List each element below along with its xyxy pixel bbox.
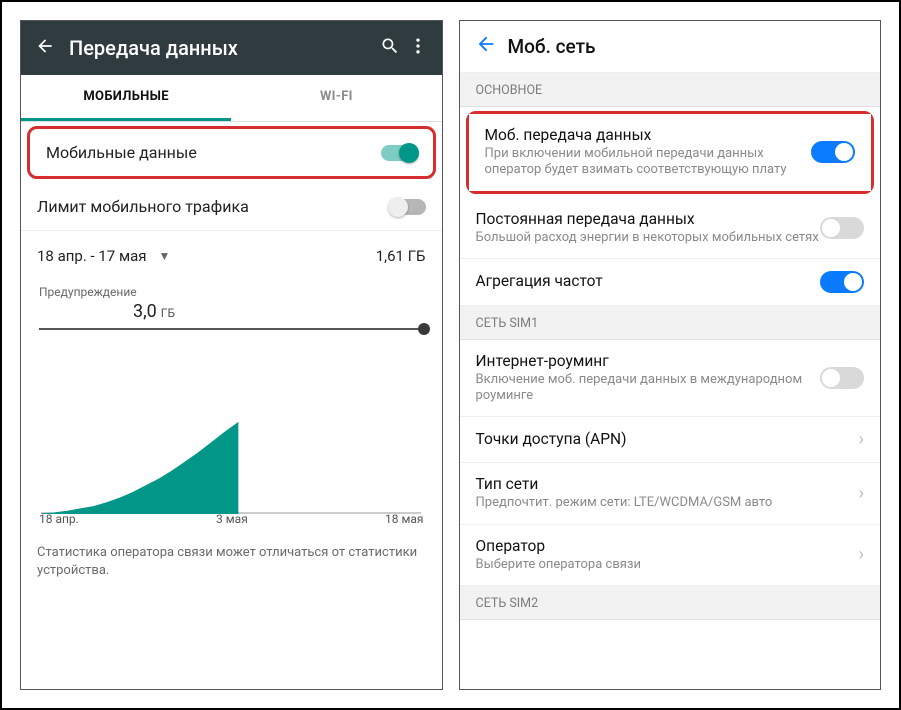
always-on-title: Постоянная передача данных	[476, 210, 821, 228]
chevron-right-icon: ›	[859, 483, 864, 504]
back-arrow-icon[interactable]	[472, 33, 500, 61]
page-title: Передача данных	[59, 36, 376, 60]
usage-chart: Предупреждение 3,0 ГБ 18 апр. 3 мая 18 м…	[21, 275, 442, 532]
net-type-sub: Предпочтит. режим сети: LTE/WCDMA/GSM ав…	[476, 495, 859, 511]
row-operator[interactable]: Оператор Выберите оператора связи ›	[460, 525, 881, 586]
highlight-mobile-data: Моб. передача данных При включении мобил…	[466, 111, 875, 194]
limit-toggle[interactable]	[390, 199, 426, 215]
warning-unit: ГБ	[161, 306, 175, 320]
section-sim1: СЕТЬ SIM1	[460, 306, 881, 340]
row-aggregation[interactable]: Агрегация частот	[460, 259, 881, 306]
aggregation-toggle[interactable]	[820, 271, 864, 293]
row-limit[interactable]: Лимит мобильного трафика	[21, 183, 442, 231]
row-always-on[interactable]: Постоянная передача данных Большой расхо…	[460, 198, 881, 259]
section-main: ОСНОВНОЕ	[460, 73, 881, 107]
more-icon[interactable]	[404, 36, 432, 61]
tabs: МОБИЛЬНЫЕ WI-FI	[21, 75, 442, 122]
warning-label: Предупреждение	[39, 285, 137, 299]
axis-mid: 3 мая	[216, 512, 248, 526]
mob-data-sub: При включении мобильной передачи данных …	[485, 146, 812, 179]
page-title: Моб. сеть	[500, 35, 596, 58]
apn-title: Точки доступа (APN)	[476, 430, 859, 448]
mob-data-title: Моб. передача данных	[485, 126, 812, 144]
cycle-usage: 1,61 ГБ	[376, 247, 426, 265]
axis-start: 18 апр.	[39, 512, 79, 526]
appbar-light: Моб. сеть	[460, 21, 881, 73]
roaming-toggle[interactable]	[820, 367, 864, 389]
row-net-type[interactable]: Тип сети Предпочтит. режим сети: LTE/WCD…	[460, 463, 881, 524]
section-sim2: СЕТЬ SIM2	[460, 586, 881, 620]
mob-data-toggle[interactable]	[811, 141, 855, 163]
row-apn[interactable]: Точки доступа (APN) ›	[460, 417, 881, 463]
highlight-mobile-data: Мобильные данные	[27, 126, 436, 179]
roaming-title: Интернет-роуминг	[476, 352, 821, 370]
limit-label: Лимит мобильного трафика	[37, 197, 390, 216]
phone-right: Моб. сеть ОСНОВНОЕ Моб. передача данных …	[459, 20, 882, 690]
tab-wifi[interactable]: WI-FI	[231, 75, 441, 121]
net-type-title: Тип сети	[476, 475, 859, 493]
chevron-right-icon: ›	[859, 544, 864, 565]
aggregation-title: Агрегация частот	[476, 272, 821, 290]
roaming-sub: Включение моб. передачи данных в междуна…	[476, 372, 821, 405]
area-chart	[39, 344, 424, 514]
appbar: Передача данных	[21, 21, 442, 75]
warning-slider[interactable]	[39, 328, 424, 330]
back-arrow-icon[interactable]	[31, 36, 59, 61]
always-on-toggle[interactable]	[820, 217, 864, 239]
search-icon[interactable]	[376, 36, 404, 61]
cycle-range: 18 апр. - 17 мая	[37, 247, 146, 265]
chevron-right-icon: ›	[859, 429, 864, 450]
axis-end: 18 мая	[385, 512, 423, 526]
warning-value: 3,0	[133, 301, 157, 322]
operator-sub: Выберите оператора связи	[476, 557, 859, 573]
operator-title: Оператор	[476, 537, 859, 555]
row-cycle[interactable]: 18 апр. - 17 мая ▼ 1,61 ГБ	[21, 231, 442, 275]
row-mob-data[interactable]: Моб. передача данных При включении мобил…	[469, 114, 872, 191]
disclaimer-text: Статистика оператора связи может отличат…	[21, 532, 442, 581]
chevron-down-icon: ▼	[158, 249, 170, 263]
tab-mobile[interactable]: МОБИЛЬНЫЕ	[21, 75, 231, 121]
always-on-sub: Большой расход энергии в некоторых мобил…	[476, 230, 821, 246]
row-roaming[interactable]: Интернет-роуминг Включение моб. передачи…	[460, 340, 881, 418]
mobile-data-toggle[interactable]	[381, 145, 417, 161]
row-mobile-data[interactable]: Мобильные данные	[30, 129, 433, 176]
phone-left: Передача данных МОБИЛЬНЫЕ WI-FI Мобильны…	[20, 20, 443, 690]
mobile-data-label: Мобильные данные	[46, 143, 381, 162]
